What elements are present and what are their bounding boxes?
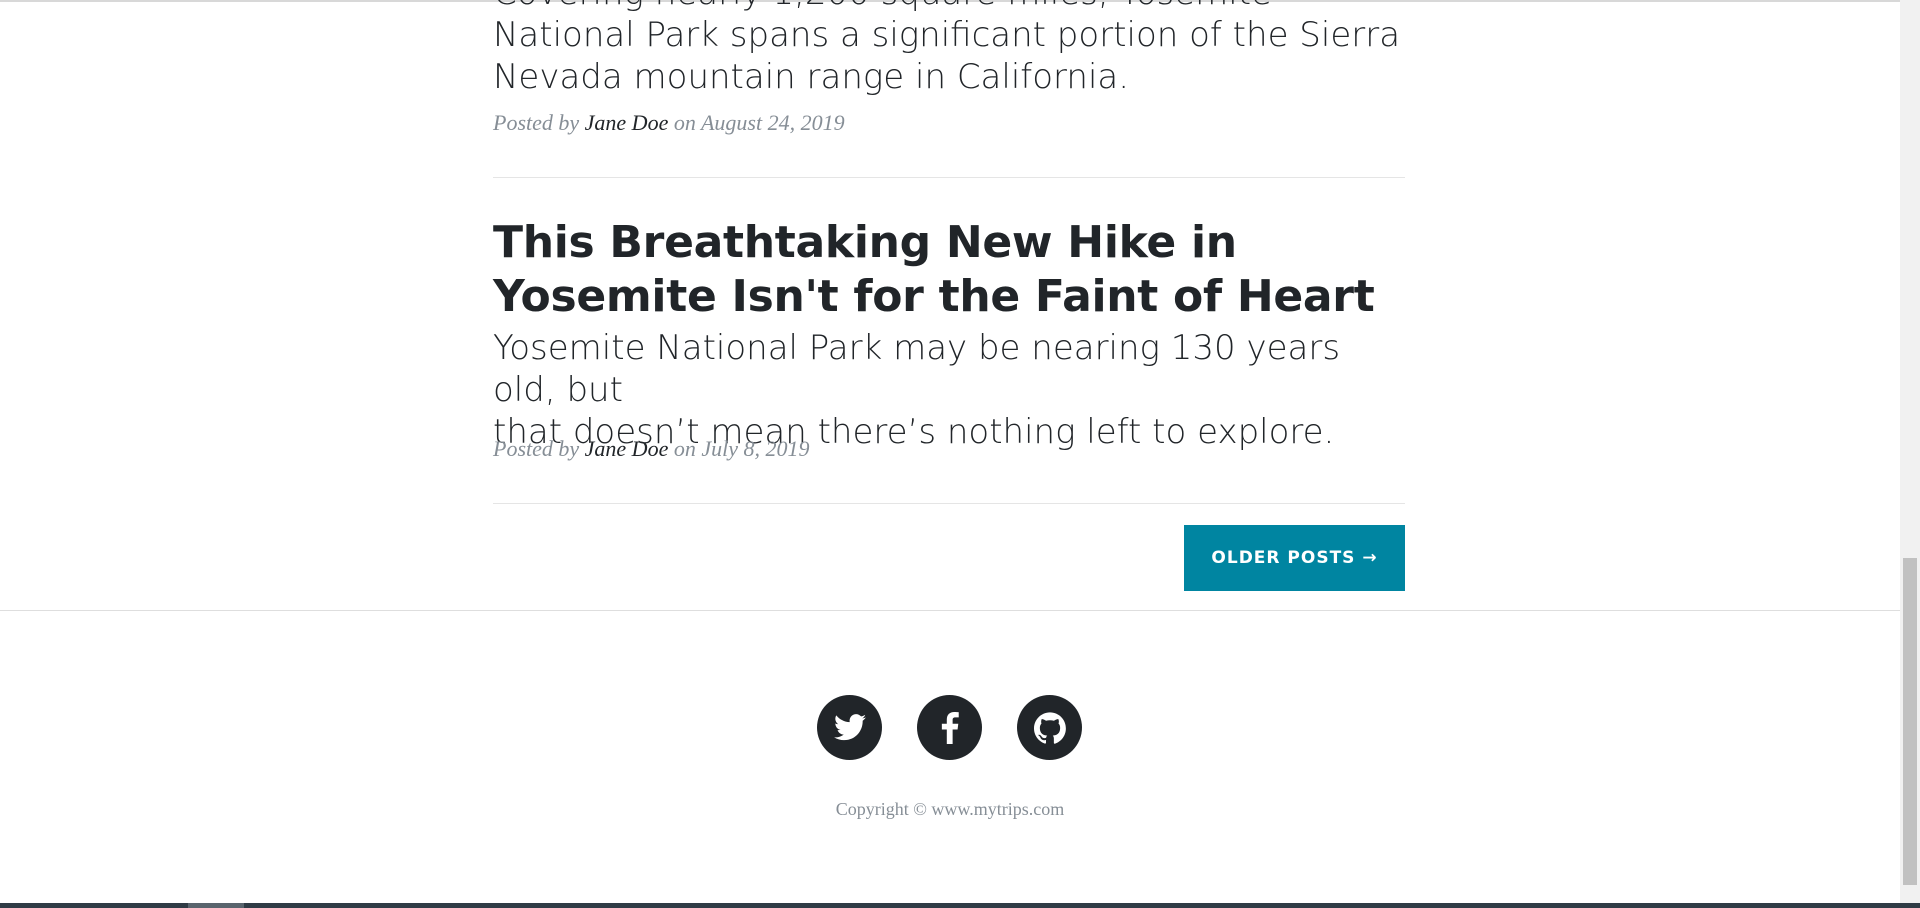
author-link[interactable]: Jane Doe xyxy=(585,110,669,135)
scrollbar-thumb[interactable] xyxy=(1903,558,1917,885)
post-subtitle-clipped: Covering nearly 1,200 square miles, Yose… xyxy=(493,0,1405,14)
taskbar-active-item xyxy=(188,903,244,908)
post-meta: Posted by Jane Doe on July 8, 2019 xyxy=(493,436,1405,462)
copyright-text: Copyright © www.mytrips.com xyxy=(835,799,1065,819)
blog-page: Covering nearly 1,200 square miles, Yose… xyxy=(0,0,1900,903)
post-preview-previous[interactable]: Covering nearly 1,200 square miles, Yose… xyxy=(493,0,1405,98)
post-subtitle: Nevada mountain range in California. xyxy=(493,57,1130,97)
twitter-icon[interactable] xyxy=(817,695,882,760)
meta-on: on xyxy=(673,110,696,135)
meta-on: on xyxy=(673,436,696,461)
post-date: August 24, 2019 xyxy=(700,110,845,135)
post-title-line: This Breathtaking New Hike in xyxy=(493,217,1237,268)
post-date: July 8, 2019 xyxy=(701,436,810,461)
older-posts-button[interactable]: Older Posts → xyxy=(1184,525,1405,591)
meta-prefix: Posted by xyxy=(493,436,580,461)
post-subtitle: Yosemite National Park may be nearing 13… xyxy=(493,328,1341,410)
post-meta: Posted by Jane Doe on August 24, 2019 xyxy=(493,110,1405,136)
social-links xyxy=(817,695,1082,760)
meta-prefix: Posted by xyxy=(493,110,580,135)
github-icon[interactable] xyxy=(1017,695,1082,760)
facebook-icon[interactable] xyxy=(917,695,982,760)
taskbar-strip xyxy=(0,903,1920,908)
post-divider xyxy=(493,503,1405,504)
post-title-line: Yosemite Isn't for the Faint of Heart xyxy=(493,271,1375,322)
footer-divider xyxy=(0,610,1900,611)
post-title: This Breathtaking New Hike in Yosemite I… xyxy=(493,216,1405,324)
author-link[interactable]: Jane Doe xyxy=(585,436,669,461)
post-divider xyxy=(493,177,1405,178)
post-preview[interactable]: This Breathtaking New Hike in Yosemite I… xyxy=(493,216,1405,453)
post-subtitle: National Park spans a significant portio… xyxy=(493,15,1401,55)
